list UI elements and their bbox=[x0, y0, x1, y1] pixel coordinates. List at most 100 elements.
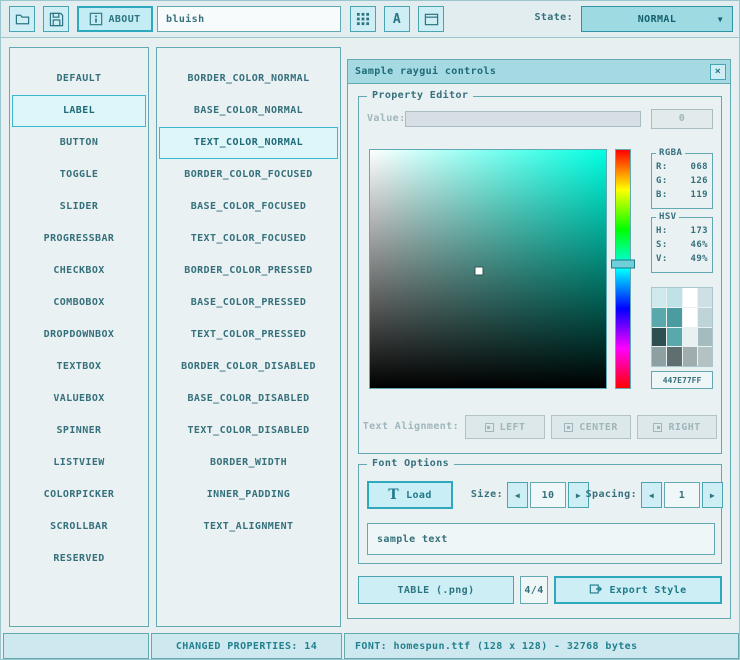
saturation-value-panel[interactable] bbox=[369, 149, 607, 389]
color-swatch[interactable] bbox=[652, 288, 666, 307]
color-swatch[interactable] bbox=[652, 328, 666, 347]
sample-window-title: Sample raygui controls bbox=[355, 66, 496, 77]
align-right-label: RIGHT bbox=[668, 422, 700, 433]
align-left-button[interactable]: LEFT bbox=[465, 415, 545, 439]
state-dropdown[interactable]: NORMAL ▼ bbox=[581, 6, 733, 32]
color-swatch[interactable] bbox=[698, 347, 712, 366]
color-swatch[interactable] bbox=[698, 288, 712, 307]
list-item-border-color-disabled[interactable]: BORDER_COLOR_DISABLED bbox=[159, 351, 338, 383]
rgba-panel: RGBA R: 068 G: 126 B: 119 bbox=[651, 153, 713, 209]
font-spacing-decrement-button[interactable]: ◀ bbox=[641, 482, 662, 508]
list-item-text-alignment[interactable]: TEXT_ALIGNMENT bbox=[159, 511, 338, 543]
list-item-base-color-focused[interactable]: BASE_COLOR_FOCUSED bbox=[159, 191, 338, 223]
font-load-label: Load bbox=[406, 490, 432, 501]
font-size-decrement-button[interactable]: ◀ bbox=[507, 482, 528, 508]
g-label: G: bbox=[656, 176, 668, 186]
list-item-text-color-normal[interactable]: TEXT_COLOR_NORMAL bbox=[159, 127, 338, 159]
font-load-button[interactable]: T Load bbox=[367, 481, 453, 509]
h-value: 173 bbox=[691, 226, 708, 236]
table-png-button[interactable]: TABLE (.png) bbox=[358, 576, 514, 604]
list-item-border-color-normal[interactable]: BORDER_COLOR_NORMAL bbox=[159, 63, 338, 95]
font-settings-button[interactable]: A bbox=[384, 6, 410, 32]
style-name-input[interactable] bbox=[157, 6, 341, 32]
font-size-value[interactable]: 10 bbox=[530, 482, 566, 508]
list-item-valuebox[interactable]: VALUEBOX bbox=[12, 383, 146, 415]
style-table-view-button[interactable] bbox=[350, 6, 376, 32]
list-item-scrollbar[interactable]: SCROLLBAR bbox=[12, 511, 146, 543]
color-swatch[interactable] bbox=[683, 308, 697, 327]
color-swatch[interactable] bbox=[683, 288, 697, 307]
color-swatch[interactable] bbox=[683, 347, 697, 366]
sample-text-box[interactable]: sample text bbox=[367, 523, 715, 555]
rgba-r-row: R: 068 bbox=[652, 162, 712, 172]
list-item-colorpicker[interactable]: COLORPICKER bbox=[12, 479, 146, 511]
hex-value-box[interactable]: 447E77FF bbox=[651, 371, 713, 389]
arrow-left-icon: ◀ bbox=[649, 491, 654, 500]
color-swatch[interactable] bbox=[667, 347, 681, 366]
save-style-file-button[interactable] bbox=[43, 6, 69, 32]
color-swatch[interactable] bbox=[652, 308, 666, 327]
pages-value-box[interactable]: 4/4 bbox=[520, 576, 548, 604]
list-item-slider[interactable]: SLIDER bbox=[12, 191, 146, 223]
list-item-textbox[interactable]: TEXTBOX bbox=[12, 351, 146, 383]
rgba-g-row: G: 126 bbox=[652, 176, 712, 186]
list-item-text-color-focused[interactable]: TEXT_COLOR_FOCUSED bbox=[159, 223, 338, 255]
font-size-label: Size: bbox=[461, 489, 503, 500]
list-item-combobox[interactable]: COMBOBOX bbox=[12, 287, 146, 319]
list-item-toggle[interactable]: TOGGLE bbox=[12, 159, 146, 191]
color-swatch[interactable] bbox=[652, 347, 666, 366]
info-icon bbox=[89, 12, 103, 26]
color-swatch[interactable] bbox=[667, 328, 681, 347]
list-item-border-width[interactable]: BORDER_WIDTH bbox=[159, 447, 338, 479]
list-item-reserved[interactable]: RESERVED bbox=[12, 543, 146, 575]
list-item-checkbox[interactable]: CHECKBOX bbox=[12, 255, 146, 287]
export-style-button[interactable]: Export Style bbox=[554, 576, 722, 604]
list-item-text-color-pressed[interactable]: TEXT_COLOR_PRESSED bbox=[159, 319, 338, 351]
color-swatch[interactable] bbox=[698, 308, 712, 327]
align-right-icon bbox=[653, 423, 662, 432]
list-item-label[interactable]: LABEL bbox=[12, 95, 146, 127]
value-box[interactable]: 0 bbox=[651, 109, 713, 129]
sample-window-titlebar[interactable]: Sample raygui controls × bbox=[348, 60, 730, 84]
b-label: B: bbox=[656, 190, 668, 200]
list-item-dropdownbox[interactable]: DROPDOWNBOX bbox=[12, 319, 146, 351]
list-item-border-color-pressed[interactable]: BORDER_COLOR_PRESSED bbox=[159, 255, 338, 287]
folder-open-icon bbox=[15, 12, 30, 27]
list-item-base-color-normal[interactable]: BASE_COLOR_NORMAL bbox=[159, 95, 338, 127]
list-item-button[interactable]: BUTTON bbox=[12, 127, 146, 159]
list-item-listview[interactable]: LISTVIEW bbox=[12, 447, 146, 479]
list-item-progressbar[interactable]: PROGRESSBAR bbox=[12, 223, 146, 255]
list-item-border-color-focused[interactable]: BORDER_COLOR_FOCUSED bbox=[159, 159, 338, 191]
hue-slider-handle[interactable] bbox=[611, 260, 635, 269]
font-letter-icon: A bbox=[393, 12, 401, 27]
value-slider[interactable] bbox=[405, 111, 641, 127]
hsv-v-row: V: 49% bbox=[652, 254, 712, 264]
load-style-file-button[interactable] bbox=[9, 6, 35, 32]
list-item-text-color-disabled[interactable]: TEXT_COLOR_DISABLED bbox=[159, 415, 338, 447]
font-load-icon: T bbox=[388, 488, 399, 502]
about-button[interactable]: ABOUT bbox=[77, 6, 153, 32]
property-editor-group-label: Property Editor bbox=[367, 90, 473, 101]
list-item-base-color-pressed[interactable]: BASE_COLOR_PRESSED bbox=[159, 287, 338, 319]
font-spacing-label: Spacing: bbox=[585, 489, 637, 500]
list-item-base-color-disabled[interactable]: BASE_COLOR_DISABLED bbox=[159, 383, 338, 415]
hue-slider[interactable] bbox=[615, 149, 631, 389]
color-swatch[interactable] bbox=[698, 328, 712, 347]
b-value: 119 bbox=[691, 190, 708, 200]
color-marker[interactable] bbox=[475, 268, 482, 275]
align-center-button[interactable]: CENTER bbox=[551, 415, 631, 439]
color-swatch[interactable] bbox=[667, 308, 681, 327]
r-label: R: bbox=[656, 162, 668, 172]
list-item-default[interactable]: DEFAULT bbox=[12, 63, 146, 95]
font-options-group-label: Font Options bbox=[367, 458, 454, 469]
close-button[interactable]: × bbox=[710, 64, 726, 80]
align-right-button[interactable]: RIGHT bbox=[637, 415, 717, 439]
list-item-spinner[interactable]: SPINNER bbox=[12, 415, 146, 447]
color-swatch[interactable] bbox=[683, 328, 697, 347]
font-spacing-increment-button[interactable]: ▶ bbox=[702, 482, 723, 508]
list-item-inner-padding[interactable]: INNER_PADDING bbox=[159, 479, 338, 511]
color-swatch[interactable] bbox=[667, 288, 681, 307]
hsv-panel-label: HSV bbox=[656, 212, 679, 222]
sample-window-toggle-button[interactable] bbox=[418, 6, 444, 32]
font-spacing-value[interactable]: 1 bbox=[664, 482, 700, 508]
